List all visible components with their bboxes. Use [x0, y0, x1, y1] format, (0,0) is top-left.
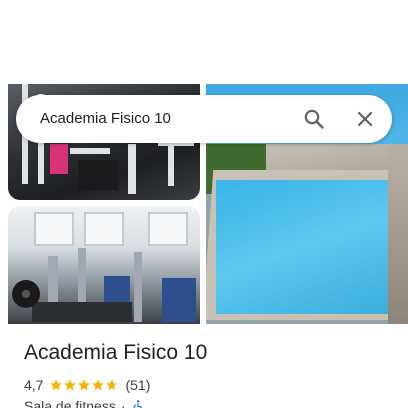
- star-icon: [64, 379, 77, 391]
- search-input[interactable]: Academia Fisico 10: [40, 110, 171, 127]
- machine-bar: [70, 148, 110, 154]
- machine-frame: [134, 252, 142, 322]
- machine-frame: [128, 144, 136, 194]
- star-half-icon: [106, 379, 119, 391]
- star-rating: [49, 378, 119, 392]
- star-icon: [50, 379, 63, 391]
- window: [84, 212, 124, 246]
- star-icon: [78, 379, 91, 391]
- rating-row[interactable]: 4,7 (51): [24, 376, 150, 394]
- separator: ·: [120, 398, 126, 408]
- review-count[interactable]: (51): [125, 377, 150, 393]
- wheelchair-icon: [132, 400, 142, 408]
- weight-plate: [12, 280, 40, 308]
- floor-equipment: [32, 302, 132, 322]
- machine-seat: [50, 144, 68, 174]
- window: [148, 212, 188, 246]
- place-title: Academia Fisico 10: [24, 341, 208, 364]
- pool-water: [216, 180, 388, 314]
- map-top-area: [0, 0, 408, 84]
- window: [34, 212, 74, 246]
- pool-side-deck: [388, 144, 408, 324]
- close-icon[interactable]: [353, 107, 377, 131]
- gym-equipment-photo[interactable]: [8, 206, 200, 324]
- category-row: Sala de fitness ·: [24, 398, 145, 408]
- place-category: Sala de fitness: [24, 398, 116, 408]
- search-icon[interactable]: [302, 107, 326, 131]
- machine-seat: [162, 278, 196, 322]
- star-icon: [92, 379, 105, 391]
- search-bar[interactable]: Academia Fisico 10: [16, 95, 392, 143]
- machine-weight-stack: [78, 160, 118, 190]
- rating-value: 4,7: [24, 377, 44, 393]
- machine-frame: [168, 146, 174, 186]
